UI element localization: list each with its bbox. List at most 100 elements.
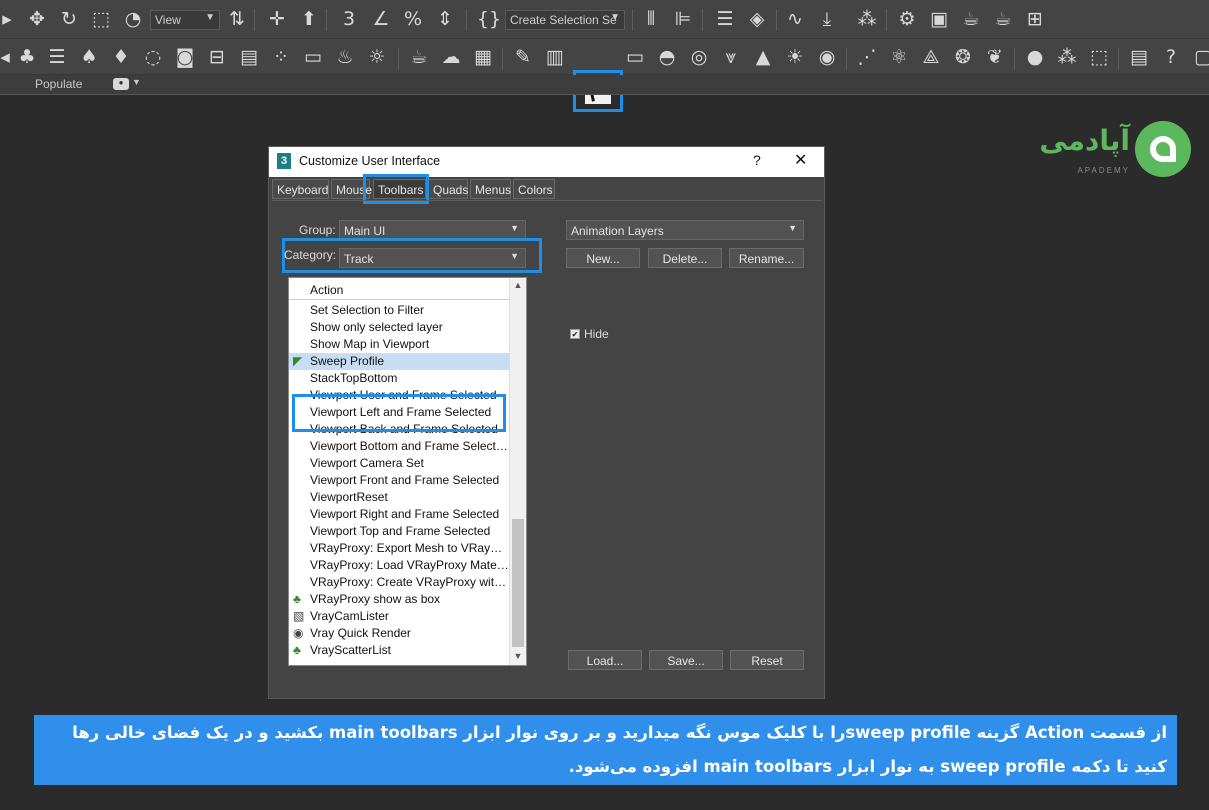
angle-snap-icon[interactable]: ∠ xyxy=(368,6,394,32)
gear-icon[interactable]: ❂ xyxy=(950,44,976,70)
toolbar-select-dropdown[interactable]: Animation Layers ▼ xyxy=(566,220,804,240)
plant-icon[interactable]: ❦ xyxy=(982,44,1008,70)
hide-checkbox[interactable]: ✔ xyxy=(570,329,580,339)
render-mask-icon[interactable]: ▥ xyxy=(542,44,568,70)
spin-icon[interactable]: ◌ xyxy=(140,44,166,70)
chevron-down-icon[interactable]: ▼ xyxy=(132,77,141,87)
list-item[interactable]: ◉ Vray Quick Render xyxy=(289,625,509,642)
tab-keyboard[interactable]: Keyboard xyxy=(272,179,329,199)
list-item[interactable]: Viewport Camera Set xyxy=(289,455,509,472)
select-and-place-icon[interactable]: ✛ xyxy=(264,6,290,32)
clipboard-icon[interactable]: ▤ xyxy=(1126,44,1152,70)
frame-buffer-icon[interactable]: ▦ xyxy=(470,44,496,70)
teapot-icon[interactable]: ☕ xyxy=(406,44,432,70)
lightbulb-icon[interactable]: ☼ xyxy=(364,44,390,70)
chevron-up-icon[interactable]: ▲ xyxy=(510,278,526,294)
list-item[interactable]: Viewport Front and Frame Selected xyxy=(289,472,509,489)
render-region-icon[interactable]: ⬚ xyxy=(1086,44,1112,70)
sun-icon[interactable]: ☀ xyxy=(782,44,808,70)
panel-icon[interactable]: ▤ xyxy=(236,44,262,70)
frame-icon[interactable]: ⊟ xyxy=(204,44,230,70)
schematic-view-icon[interactable]: ⁂ xyxy=(854,6,880,32)
ambient-light-icon[interactable]: ◉ xyxy=(814,44,840,70)
light-lister-icon[interactable]: ✎ xyxy=(510,44,536,70)
window-icon[interactable]: ▢ xyxy=(1190,44,1209,70)
reference-coordinate-dropdown[interactable]: View ▼ xyxy=(150,10,220,30)
particles-icon[interactable]: ⁘ xyxy=(268,44,294,70)
list-item[interactable]: VRayProxy: Create VRayProxy with ... xyxy=(289,574,509,591)
select-icon[interactable]: ▸ xyxy=(0,6,20,32)
populate-toggle-icon[interactable]: ● xyxy=(113,78,129,90)
select-manipulate-icon[interactable]: ◔ xyxy=(120,6,146,32)
fur-icon[interactable]: ⋰ xyxy=(854,44,880,70)
material-icon[interactable]: ◙ xyxy=(172,44,198,70)
layer-explorer-icon[interactable]: ◈ xyxy=(744,6,770,32)
globe-icon[interactable]: ● xyxy=(1022,44,1048,70)
teapot-outline-icon[interactable]: ♨ xyxy=(332,44,358,70)
populate-label[interactable]: Populate xyxy=(35,77,82,91)
ies-light-icon[interactable]: ⩔ xyxy=(718,44,744,70)
color-spheres-icon[interactable]: ⁂ xyxy=(1054,44,1080,70)
reset-button[interactable]: Reset xyxy=(730,650,804,670)
list-item[interactable]: VRayProxy: Export Mesh to VRayPro... xyxy=(289,540,509,557)
load-button[interactable]: Load... xyxy=(568,650,642,670)
render-grid-icon[interactable]: ⊞ xyxy=(1022,6,1048,32)
mirror-icon[interactable]: ⫴ xyxy=(638,6,664,32)
render-production-icon[interactable]: ☕ xyxy=(958,6,984,32)
render-iterative-icon[interactable]: ☕ xyxy=(990,6,1016,32)
spinner-snap-icon[interactable]: ⇕ xyxy=(432,6,458,32)
list-item[interactable]: Show Map in Viewport xyxy=(289,336,509,353)
scatter-icon[interactable]: ♠ xyxy=(76,44,102,70)
category-dropdown[interactable]: Track ▼ xyxy=(339,248,526,268)
chevron-down-icon[interactable]: ▼ xyxy=(510,649,526,665)
curve-editor-icon[interactable]: ∿ xyxy=(782,6,808,32)
pivot-icon[interactable]: ⇅ xyxy=(224,6,250,32)
cloud-icon[interactable]: ☁ xyxy=(438,44,464,70)
list-item[interactable]: Viewport Bottom and Frame Selected xyxy=(289,438,509,455)
delete-toolbar-button[interactable]: Delete... xyxy=(648,248,722,268)
tab-colors[interactable]: Colors xyxy=(513,179,555,199)
percent-snap-icon[interactable]: % xyxy=(400,6,426,32)
list-icon[interactable]: ☰ xyxy=(44,44,70,70)
list-item[interactable]: StackTopBottom xyxy=(289,370,509,387)
action-list[interactable]: Action Set Selection to Filter Show only… xyxy=(288,277,527,666)
list-item[interactable]: ♣ VrayScatterList xyxy=(289,642,509,659)
new-toolbar-button[interactable]: New... xyxy=(566,248,640,268)
named-selection-set-dropdown[interactable]: Create Selection Se ▼ xyxy=(505,10,625,30)
edit-named-selection-icon[interactable]: {} xyxy=(476,6,502,32)
tab-menus[interactable]: Menus xyxy=(470,179,511,199)
list-header-action[interactable]: Action xyxy=(289,278,509,300)
scene-explorer-icon[interactable]: ☰ xyxy=(712,6,738,32)
close-button[interactable]: ✕ xyxy=(794,150,807,170)
snaps-toggle-icon[interactable]: 3 xyxy=(336,6,362,32)
list-item[interactable]: ViewportReset xyxy=(289,489,509,506)
list-item[interactable]: ▧ VrayCamLister xyxy=(289,608,509,625)
help-icon[interactable]: ? xyxy=(1158,44,1184,70)
rendered-frame-window-icon[interactable]: ▣ xyxy=(926,6,952,32)
list-item[interactable]: Show only selected layer xyxy=(289,319,509,336)
list-item[interactable]: Viewport Top and Frame Selected xyxy=(289,523,509,540)
group-dropdown[interactable]: Main UI ▼ xyxy=(339,220,526,240)
sphere-light-icon[interactable]: ◎ xyxy=(686,44,712,70)
cone-icon[interactable]: ▲ xyxy=(750,44,776,70)
plane-light-icon[interactable]: ▭ xyxy=(622,44,648,70)
save-button[interactable]: Save... xyxy=(649,650,723,670)
rename-toolbar-button[interactable]: Rename... xyxy=(729,248,804,268)
mesh-icon[interactable]: ⟁ xyxy=(918,44,944,70)
keyboard-shortcut-override-icon[interactable]: ⬆ xyxy=(296,6,322,32)
scale-icon[interactable]: ⬚ xyxy=(88,6,114,32)
help-button[interactable]: ? xyxy=(753,152,761,168)
dialog-titlebar[interactable]: 3 Customize User Interface ? ✕ xyxy=(269,147,824,177)
proxy-icon[interactable]: ♦ xyxy=(108,44,134,70)
align-icon[interactable]: ⊫ xyxy=(670,6,696,32)
molecule-icon[interactable]: ⚛ xyxy=(886,44,912,70)
dome-light-icon[interactable]: ◓ xyxy=(654,44,680,70)
list-item[interactable]: Set Selection to Filter xyxy=(289,302,509,319)
tab-quads[interactable]: Quads xyxy=(428,179,468,199)
render-setup-icon[interactable]: ⚙ xyxy=(894,6,920,32)
list-item-sweep-profile[interactable]: ◤ Sweep Profile xyxy=(289,353,509,370)
list-item[interactable]: ♣ VRayProxy show as box xyxy=(289,591,509,608)
rotate-icon[interactable]: ↻ xyxy=(56,6,82,32)
dope-sheet-icon[interactable]: ⤓ xyxy=(814,6,840,32)
list-scrollbar[interactable]: ▲ ▼ xyxy=(509,278,526,665)
